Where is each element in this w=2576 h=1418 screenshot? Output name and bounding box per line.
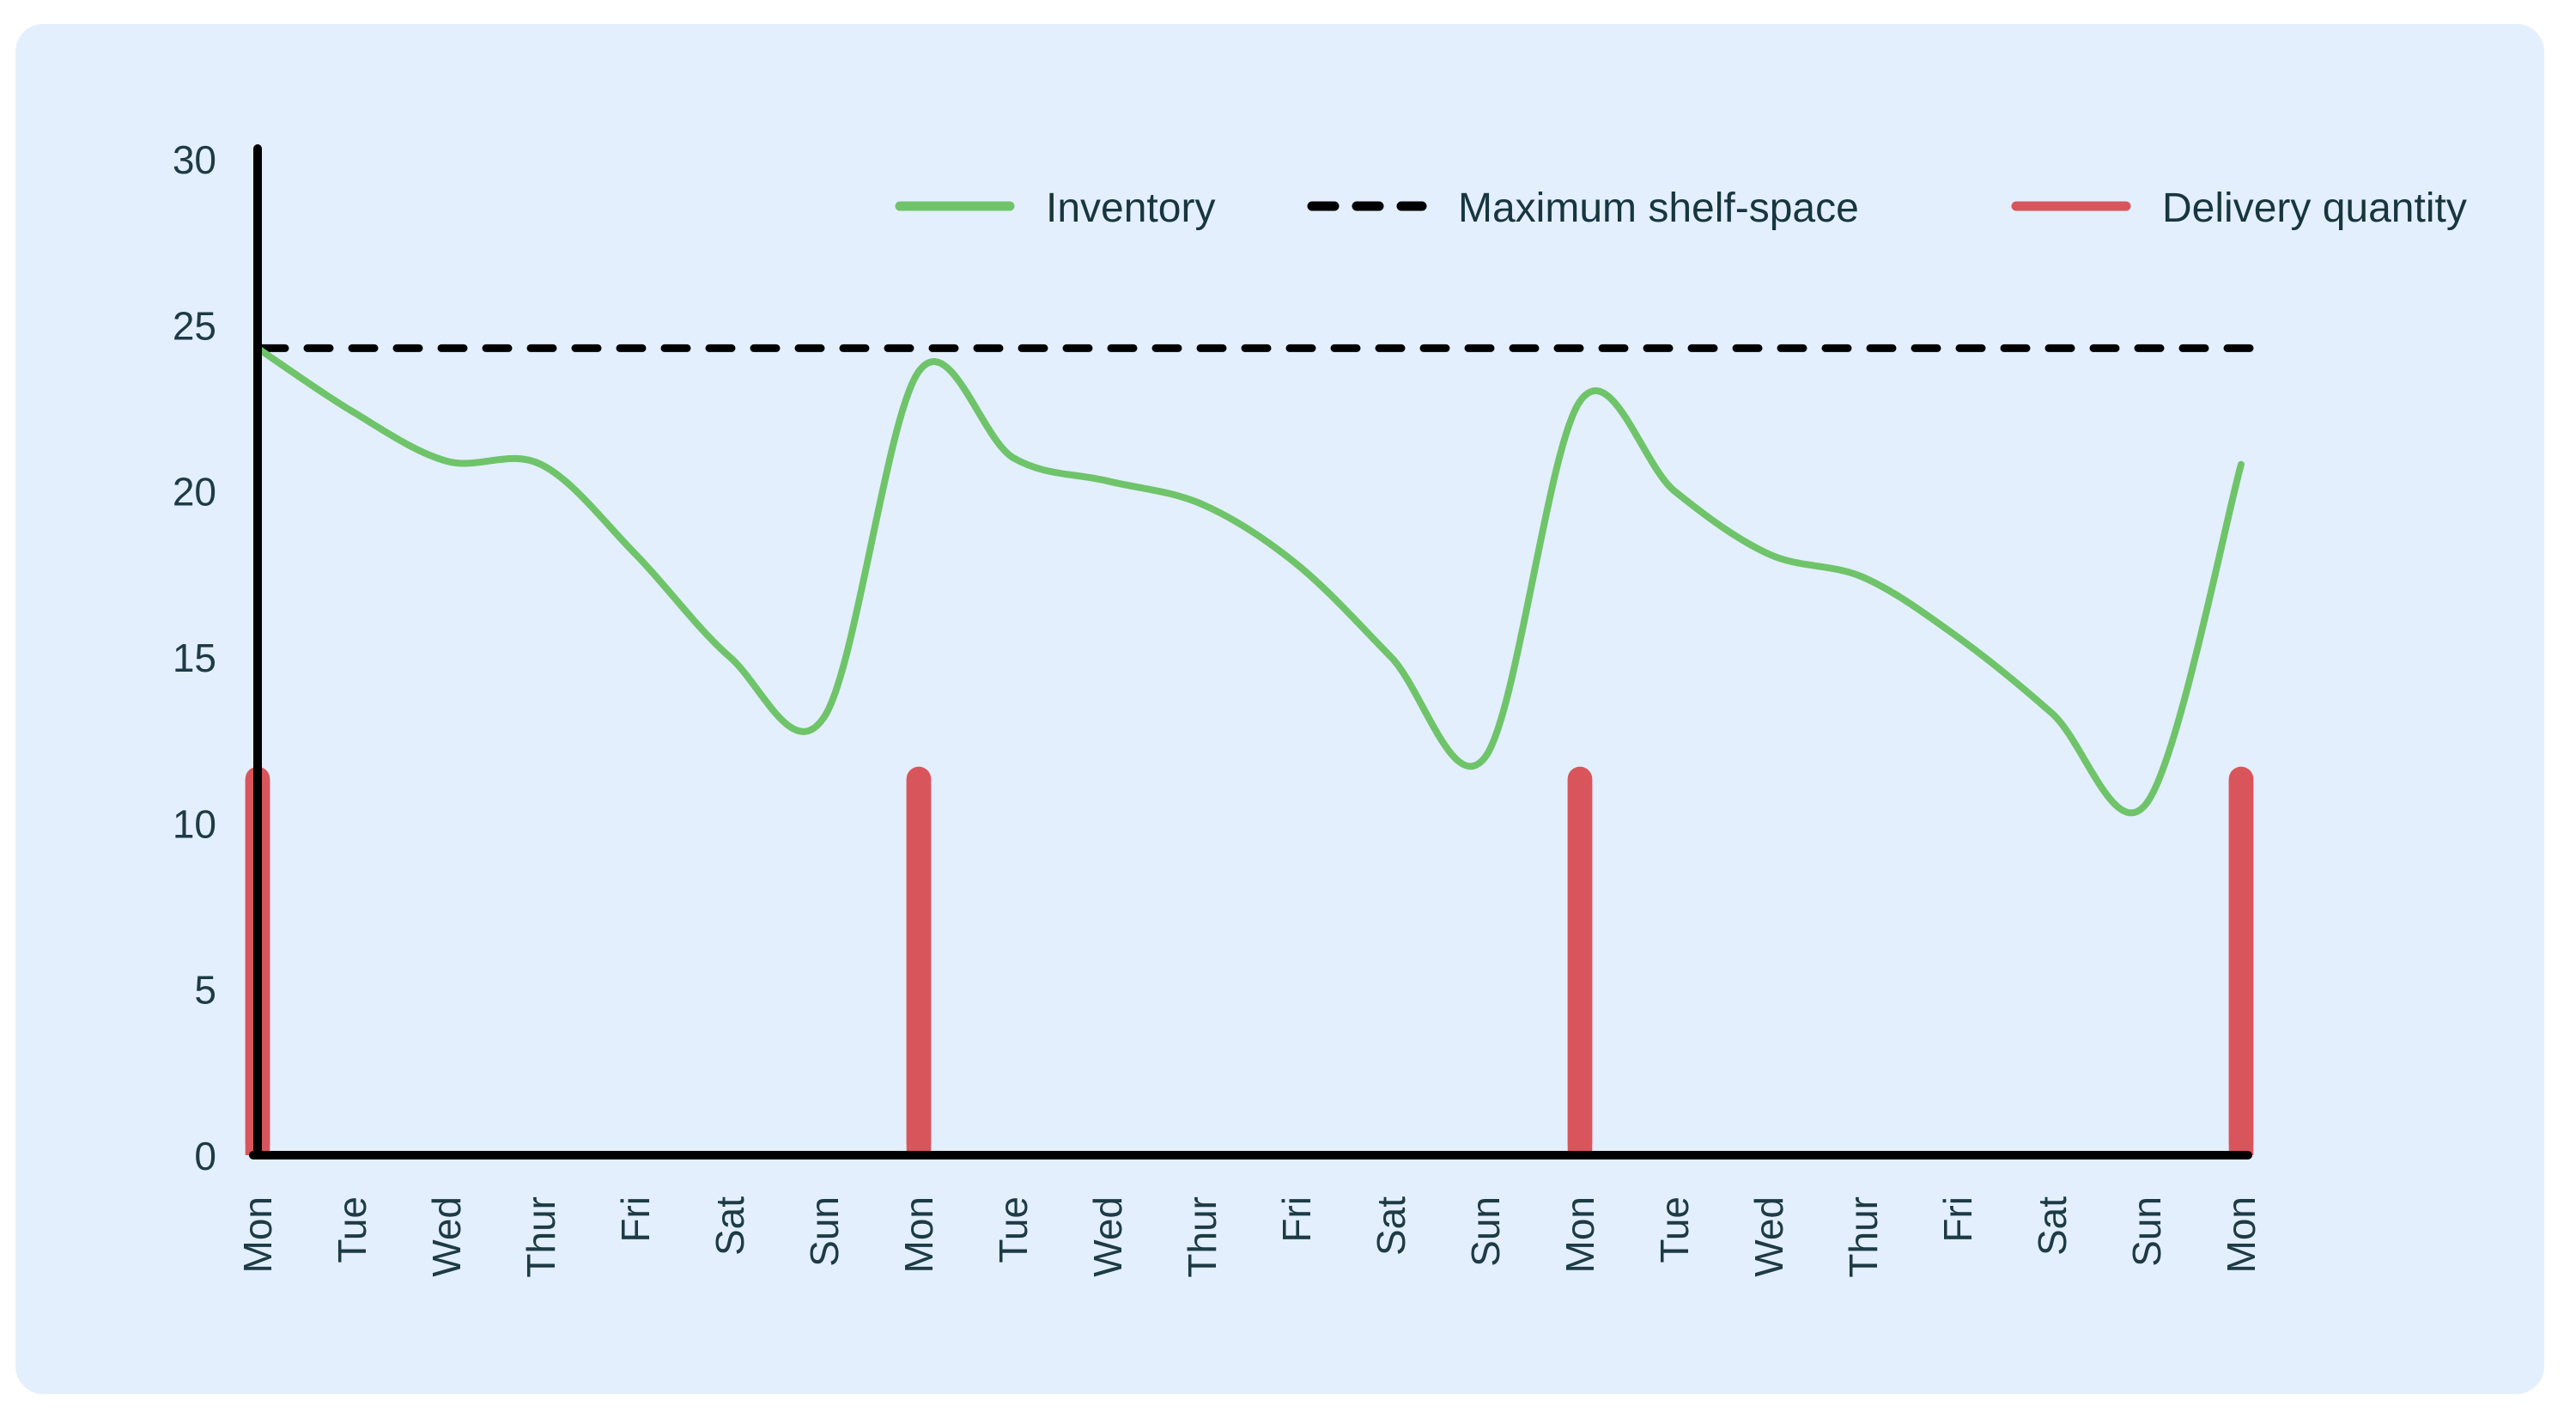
delivery-bar-body: [1567, 778, 1593, 1155]
delivery-bar-body: [906, 778, 932, 1155]
x-tick-label: Thur: [519, 1196, 563, 1278]
chart-axes: [249, 144, 2252, 1159]
x-tick-label: Mon: [896, 1196, 941, 1273]
legend-label: Inventory: [1046, 186, 1215, 231]
x-tick-label: Fri: [613, 1196, 658, 1243]
x-tick-label: Sun: [2124, 1196, 2169, 1267]
legend-item[interactable]: Maximum shelf-space: [1307, 186, 1859, 231]
y-tick-label: 0: [194, 1134, 216, 1178]
x-tick-label: Thur: [1180, 1196, 1224, 1278]
chart-card: Inventory Maximum shelf-space Delivery qua…: [15, 24, 2544, 1394]
x-tick-label: Mon: [2219, 1196, 2263, 1273]
y-axis-tick-labels: 0 5 10 15 20 25 30: [173, 137, 216, 1178]
y-tick-label: 10: [173, 801, 216, 846]
x-tick-label: Tue: [1652, 1196, 1697, 1263]
x-tick-label: Sat: [1369, 1196, 1413, 1256]
x-tick-label: Tue: [330, 1196, 374, 1263]
x-tick-label: Sat: [2030, 1196, 2075, 1256]
x-tick-label: Fri: [1274, 1196, 1319, 1243]
x-tick-label: Wed: [1085, 1196, 1130, 1277]
x-tick-label: Thur: [1841, 1196, 1886, 1278]
delivery-bar-body: [2228, 778, 2254, 1155]
x-tick-label: Mon: [1558, 1196, 1602, 1273]
x-tick-label: Sun: [802, 1196, 847, 1267]
x-tick-label: Sat: [708, 1196, 752, 1256]
x-tick-label: Wed: [424, 1196, 469, 1277]
chart-legend: Inventory Maximum shelf-space Delivery qua…: [895, 186, 2467, 231]
inventory-delivery-chart: Inventory Maximum shelf-space Delivery qua…: [173, 137, 2467, 1278]
y-tick-label: 25: [173, 303, 216, 348]
x-tick-label: Wed: [1747, 1196, 1791, 1277]
inventory-line-series: [254, 344, 2245, 817]
y-tick-label: 15: [173, 636, 216, 680]
x-tick-label: Sun: [1463, 1196, 1508, 1267]
x-tick-label: Mon: [235, 1196, 280, 1273]
x-tick-label: Fri: [1935, 1196, 1980, 1243]
x-tick-label: Tue: [991, 1196, 1036, 1263]
legend-label: Delivery quantity: [2162, 186, 2467, 231]
legend-item[interactable]: Delivery quantity: [2011, 186, 2467, 231]
x-axis-tick-labels: Mon Tue Wed Thur Fri Sat Sun Mon Tue Wed Thur Fri Sa…: [235, 1196, 2263, 1278]
y-tick-label: 30: [173, 137, 216, 182]
legend-label: Maximum shelf-space: [1458, 186, 1859, 231]
inventory-curve: [254, 344, 2245, 817]
legend-item[interactable]: Inventory: [895, 186, 1215, 231]
y-tick-label: 20: [173, 470, 216, 514]
y-tick-label: 5: [194, 968, 216, 1013]
delivery-bars-series: [245, 766, 2254, 1155]
